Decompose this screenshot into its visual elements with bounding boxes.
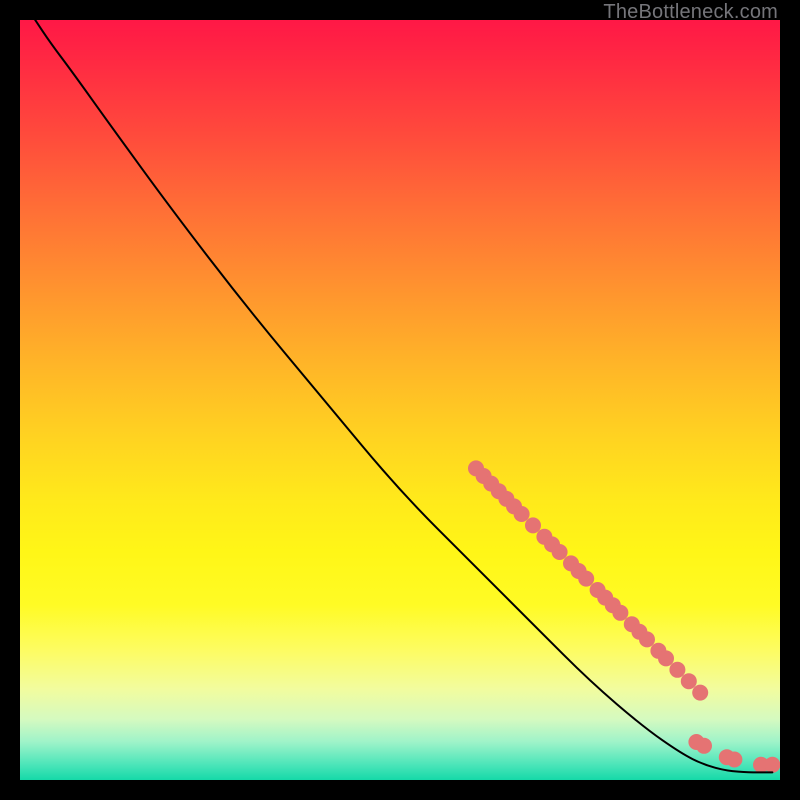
data-marker	[681, 673, 697, 689]
data-marker	[658, 650, 674, 666]
watermark-label: TheBottleneck.com	[603, 1, 778, 24]
data-marker	[525, 517, 541, 533]
data-marker	[696, 738, 712, 754]
data-marker	[612, 605, 628, 621]
data-marker	[514, 506, 530, 522]
data-marker	[552, 544, 568, 560]
data-marker	[764, 757, 780, 773]
marker-group	[468, 460, 780, 772]
data-marker	[578, 571, 594, 587]
chart-frame: TheBottleneck.com	[0, 0, 800, 800]
data-marker	[639, 631, 655, 647]
data-marker	[726, 752, 742, 768]
plot-area	[20, 20, 780, 780]
data-marker	[669, 662, 685, 678]
data-marker	[692, 685, 708, 701]
chart-overlay	[20, 20, 780, 780]
